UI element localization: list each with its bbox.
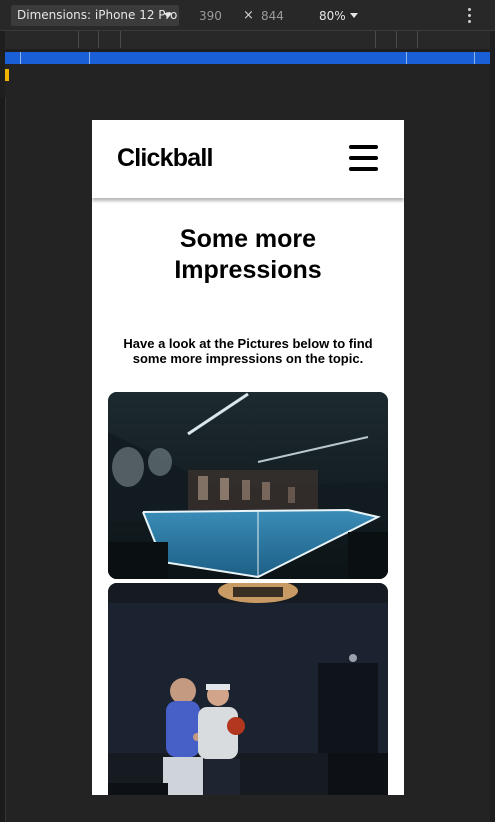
range-tick (406, 52, 407, 64)
zoom-label: 80% (319, 9, 346, 23)
devtools-window: Dimensions: iPhone 12 Pro 390 × 844 80% … (0, 0, 495, 822)
page-title-line1: Some more (179, 225, 317, 253)
height-input[interactable]: 844 (261, 9, 284, 23)
range-tick (20, 52, 21, 64)
device-dimensions-label: Dimensions: iPhone 12 Pro (17, 8, 178, 22)
media-query-bar[interactable] (5, 31, 490, 49)
media-query-tick (375, 31, 376, 48)
mobile-page[interactable]: Clickball Some more Impressions Have a l… (92, 120, 404, 795)
width-input[interactable]: 390 (199, 9, 222, 23)
more-options-icon[interactable] (464, 8, 474, 24)
device-toolbar: Dimensions: iPhone 12 Pro 390 × 844 80% (0, 0, 495, 31)
chevron-down-icon (349, 13, 358, 18)
hamburger-menu-icon[interactable] (349, 145, 379, 171)
zoom-dropdown[interactable]: 80% (319, 9, 358, 23)
device-dimensions-dropdown[interactable]: Dimensions: iPhone 12 Pro (11, 5, 179, 26)
photo-ping-pong-table (108, 392, 388, 579)
page-subtitle: Have a look at the Pictures below to fin… (123, 336, 373, 366)
media-query-range-bar[interactable] (5, 52, 490, 64)
range-tick (474, 52, 475, 64)
players-image (108, 583, 388, 795)
media-query-tick (396, 31, 397, 48)
media-query-tick (120, 31, 121, 48)
ping-pong-table-image (108, 392, 388, 579)
page-title: Some more Impressions (92, 224, 404, 286)
range-tick (89, 52, 90, 64)
ruler (5, 64, 490, 98)
chevron-down-icon (164, 13, 172, 18)
ruler-marker (5, 69, 9, 81)
media-query-tick (417, 31, 418, 48)
site-header: Clickball (92, 120, 404, 198)
photo-players (108, 583, 388, 795)
media-query-tick (78, 31, 79, 48)
media-query-tick (98, 31, 99, 48)
page-title-line2: Impressions (174, 256, 322, 284)
site-logo[interactable]: Clickball (117, 144, 213, 173)
dimension-separator: × (243, 8, 254, 23)
